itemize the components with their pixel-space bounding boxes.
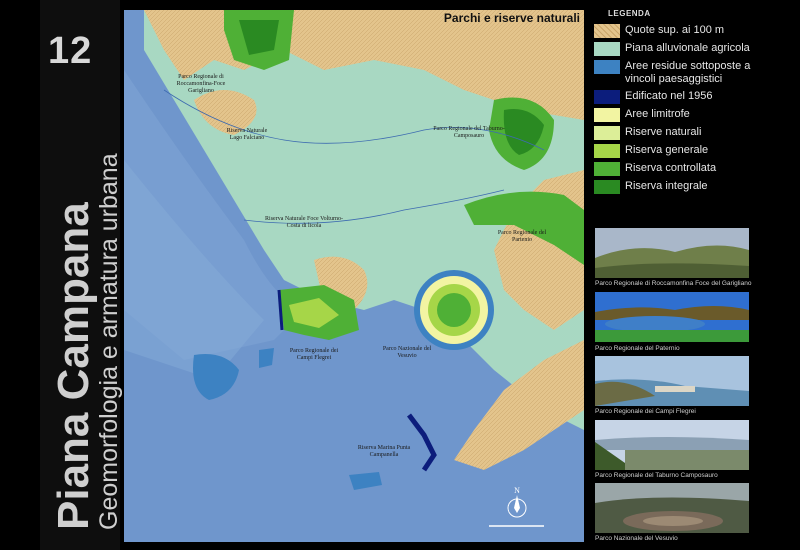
- legend-item: Aree limitrofe: [594, 108, 754, 122]
- map-label-falciano: Riserva Naturale Lago Falciano: [226, 128, 268, 141]
- legend-swatch: [594, 162, 620, 176]
- legend-label: Riserve naturali: [625, 126, 702, 138]
- legend-swatch: [594, 90, 620, 104]
- photo-vesuvio[interactable]: [595, 483, 749, 533]
- page-subtitle: Geomorfologia e armatura urbana: [95, 153, 123, 530]
- photo-caption: Parco Regionale del Paternio: [595, 345, 680, 352]
- map-label-partenio: Parco Regionale del Partenio: [497, 230, 547, 243]
- legend: Quote sup. ai 100 m Piana alluvionale ag…: [594, 24, 754, 198]
- photo-taburno[interactable]: [595, 420, 749, 470]
- legend-swatch: [594, 108, 620, 122]
- legend-item: Riserva controllata: [594, 162, 754, 176]
- photo-image: [595, 228, 749, 278]
- legend-swatch: [594, 24, 620, 38]
- legend-swatch: [594, 60, 620, 74]
- legend-item: Riserva integrale: [594, 180, 754, 194]
- legend-label: Riserva generale: [625, 144, 709, 156]
- legend-swatch: [594, 144, 620, 158]
- legend-label: Edificato nel 1956: [625, 90, 713, 102]
- photo-caption: Parco Nazionale del Vesuvio: [595, 535, 678, 542]
- map-label-vesuvio: Parco Nazionale del Vesuvio: [382, 346, 432, 359]
- legend-item: Piana alluvionale agricola: [594, 42, 754, 56]
- legend-swatch: [594, 180, 620, 194]
- legend-label: Piana alluvionale agricola: [625, 42, 750, 54]
- compass-label: N: [514, 486, 520, 495]
- photo-caption: Parco Regionale del Taburno Camposauro: [595, 472, 718, 479]
- legend-item: Quote sup. ai 100 m: [594, 24, 754, 38]
- legend-item: Riserva generale: [594, 144, 754, 158]
- photo-caption: Parco Regionale dei Campi Flegrei: [595, 408, 696, 415]
- map-label-campi-flegrei: Parco Regionale dei Campi Flegrei: [289, 348, 339, 361]
- vertical-title: Piana Campana Geomorfologia e armatura u…: [49, 153, 123, 530]
- photo-image: [595, 292, 749, 342]
- map-title: Parchi e riserve naturali: [443, 11, 580, 25]
- legend-item: Edificato nel 1956: [594, 90, 754, 104]
- legend-label: Aree limitrofe: [625, 108, 690, 120]
- photo-caption: Parco Regionale di Roccamonfina Foce del…: [595, 280, 752, 287]
- legend-label: Riserva controllata: [625, 162, 717, 174]
- island-procida: [259, 348, 274, 368]
- photo-campi-flegrei[interactable]: [595, 356, 749, 406]
- legend-label: Aree residue sottoposte a vincoli paesag…: [625, 60, 751, 85]
- map-label-volturno: Riserva Naturale Foce Volturno-Costa di …: [265, 216, 343, 229]
- legend-item: Riserve naturali: [594, 126, 754, 140]
- legend-label: Riserva integrale: [625, 180, 708, 192]
- photo-image: [595, 356, 749, 406]
- photo-image: [595, 483, 749, 533]
- map-label-roccamonfina: Parco Regionale di Roccamonfina-Foce Gar…: [176, 74, 226, 94]
- photo-image: [595, 420, 749, 470]
- legend-swatch: [594, 42, 620, 56]
- legend-title: LEGENDA: [608, 9, 651, 18]
- vesuvio-controlled: [437, 293, 471, 327]
- map-label-taburno: Parco Regionale del Taburno-Camposauro: [433, 126, 505, 139]
- legend-label: Quote sup. ai 100 m: [625, 24, 725, 36]
- legend-item: Aree residue sottoposte a vincoli paesag…: [594, 60, 754, 86]
- legend-swatch: [594, 126, 620, 140]
- photo-paternio[interactable]: [595, 292, 749, 342]
- page-number: 12: [48, 30, 93, 72]
- map-label-punta-campanella: Riserva Marina Punta Campanella: [357, 445, 411, 458]
- map-canvas[interactable]: Parchi e riserve naturali Parco Regional…: [124, 10, 584, 542]
- photo-roccamonfina[interactable]: [595, 228, 749, 278]
- page-title: Piana Campana: [49, 202, 98, 530]
